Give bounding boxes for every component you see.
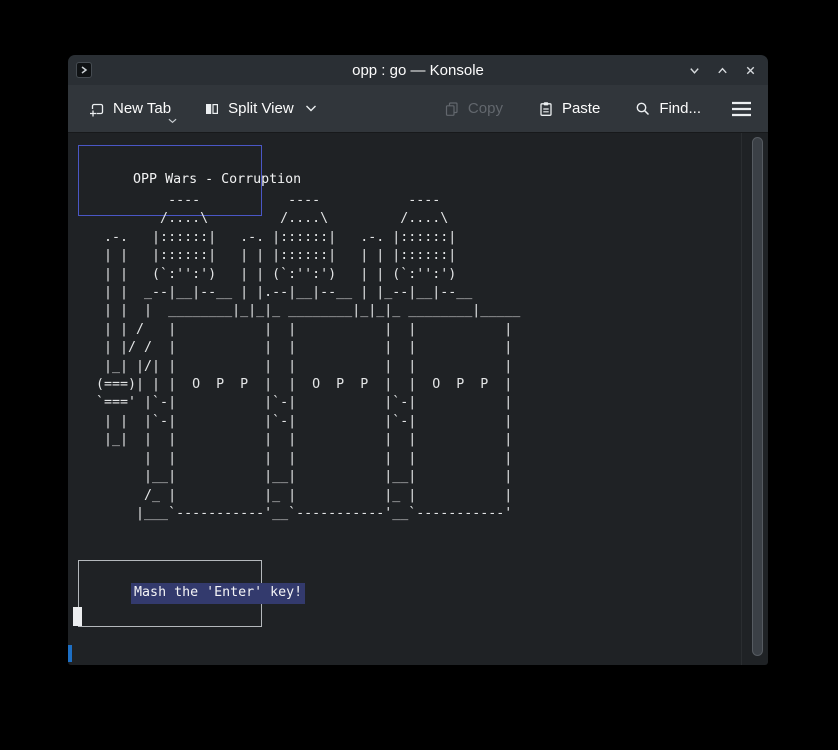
hamburger-menu-icon bbox=[731, 101, 752, 117]
toolbar: New Tab Split View bbox=[68, 85, 768, 133]
konsole-window: opp : go — Konsole bbox=[68, 55, 768, 665]
toolbar-right-group: Copy Paste Find... bbox=[435, 94, 756, 124]
scrollbar-handle[interactable] bbox=[752, 137, 763, 656]
konsole-app-icon bbox=[76, 62, 92, 78]
chevron-up-icon bbox=[716, 64, 729, 77]
terminal-cursor bbox=[73, 607, 82, 626]
split-view-icon bbox=[203, 100, 221, 118]
copy-label: Copy bbox=[468, 100, 503, 117]
find-label: Find... bbox=[659, 100, 701, 117]
toolbar-left-group: New Tab Split View bbox=[80, 94, 325, 124]
minimize-button[interactable] bbox=[686, 62, 702, 78]
scrollbar-separator bbox=[741, 133, 742, 665]
find-button[interactable]: Find... bbox=[626, 94, 709, 124]
prompt-box: Mash the 'Enter' key! bbox=[78, 560, 262, 627]
activity-indicator bbox=[68, 645, 72, 662]
copy-icon bbox=[443, 100, 461, 118]
terminal-view[interactable]: OPP Wars - Corruption ---- ---- ---- /..… bbox=[68, 133, 768, 665]
menu-button[interactable] bbox=[727, 95, 756, 123]
terminal-prompt-glyph bbox=[79, 65, 89, 75]
scrollbar-track[interactable] bbox=[743, 133, 768, 665]
prompt-text: Mash the 'Enter' key! bbox=[131, 583, 305, 603]
desktop: { "window": { "title": "opp : go — Konso… bbox=[0, 0, 838, 750]
chevron-down-icon bbox=[305, 105, 317, 112]
close-x-icon bbox=[744, 64, 757, 77]
split-view-button[interactable]: Split View bbox=[195, 94, 325, 124]
paste-icon bbox=[537, 100, 555, 118]
paste-label: Paste bbox=[562, 100, 600, 117]
window-title: opp : go — Konsole bbox=[68, 62, 768, 79]
chevron-down-icon bbox=[688, 64, 701, 77]
new-tab-label: New Tab bbox=[113, 100, 171, 117]
slot-machine-ascii-art: ---- ---- ---- /....\ /....\ /....\ .-. … bbox=[72, 192, 520, 523]
paste-button[interactable]: Paste bbox=[529, 94, 608, 124]
chevron-down-icon bbox=[168, 118, 177, 124]
new-tab-icon bbox=[88, 100, 106, 118]
new-tab-button[interactable]: New Tab bbox=[80, 94, 179, 124]
titlebar[interactable]: opp : go — Konsole bbox=[68, 55, 768, 85]
split-view-label: Split View bbox=[228, 100, 294, 117]
close-button[interactable] bbox=[742, 62, 758, 78]
copy-button[interactable]: Copy bbox=[435, 94, 511, 124]
maximize-button[interactable] bbox=[714, 62, 730, 78]
search-icon bbox=[634, 100, 652, 118]
window-controls bbox=[686, 55, 758, 85]
banner-text: OPP Wars - Corruption bbox=[133, 172, 301, 187]
